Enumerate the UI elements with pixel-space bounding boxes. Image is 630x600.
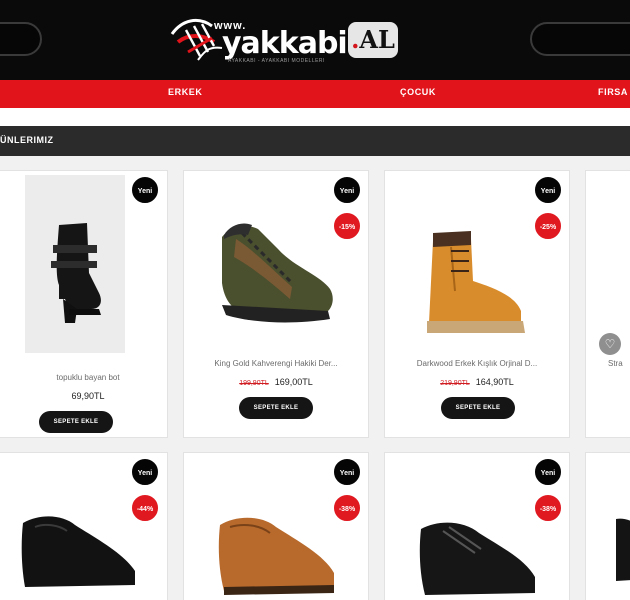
logo-al-badge: .AL — [348, 22, 398, 58]
product-name[interactable]: topuklu bayan bot — [0, 373, 167, 382]
heart-icon[interactable]: ♡ — [599, 333, 621, 355]
product-image[interactable] — [212, 179, 342, 359]
product-image[interactable] — [214, 503, 344, 600]
product-prices: 69,90TL — [0, 391, 167, 401]
product-image[interactable] — [616, 509, 630, 599]
badge-new: Yeni — [533, 457, 563, 487]
product-old-price: 219,90TL — [440, 380, 470, 387]
product-card[interactable]: Yeni topuklu bayan bot 69,90TL SEPETE EK… — [0, 170, 168, 438]
product-name[interactable]: Darkwood Erkek Kışlık Orjinal D... — [385, 359, 569, 368]
nav-item-cocuk[interactable]: ÇOCUK — [400, 87, 436, 97]
nav-item-firsat[interactable]: FIRSA — [598, 87, 628, 97]
badge-new: Yeni — [130, 457, 160, 487]
product-old-price: 199,90TL — [239, 380, 269, 387]
product-image[interactable] — [421, 211, 531, 351]
product-card[interactable]: Yeni -38% — [183, 452, 369, 600]
badge-new: Yeni — [332, 175, 362, 205]
badge-new: Yeni — [130, 175, 160, 205]
product-card[interactable]: Yeni -25% Darkwood Erkek Kışlık Orjinal … — [384, 170, 570, 438]
badge-discount: -25% — [533, 211, 563, 241]
badge-discount: -15% — [332, 211, 362, 241]
badge-discount: -44% — [130, 493, 160, 523]
logo-al-text: AL — [359, 25, 395, 54]
nav-item-erkek[interactable]: ERKEK — [168, 87, 203, 97]
product-price: 164,90TL — [475, 377, 514, 387]
header-cart-box[interactable] — [530, 22, 630, 56]
main-nav: ERKEK ÇOCUK FIRSA — [0, 80, 630, 108]
nav-spacer — [0, 108, 630, 126]
badge-discount: -38% — [332, 493, 362, 523]
product-card[interactable] — [585, 452, 630, 600]
product-image[interactable] — [15, 493, 145, 600]
product-image[interactable] — [25, 175, 125, 353]
product-grid: Yeni topuklu bayan bot 69,90TL SEPETE EK… — [0, 156, 630, 600]
add-to-cart-button[interactable]: SEPETE EKLE — [441, 397, 515, 419]
product-card[interactable]: Yeni -15% King Gold Kahverengi Hakiki De… — [183, 170, 369, 438]
product-name[interactable]: King Gold Kahverengi Hakiki Der... — [184, 359, 368, 368]
product-price: 69,90TL — [71, 391, 105, 401]
section-bar: ÜNLERIMIZ — [0, 126, 630, 156]
site-logo[interactable]: www. yakkabi .AL AYAKKABI - AYAKKABI MOD… — [168, 12, 408, 68]
product-card[interactable]: Yeni -44% — [0, 452, 168, 600]
page: www. yakkabi .AL AYAKKABI - AYAKKABI MOD… — [0, 0, 630, 600]
badge-new: Yeni — [332, 457, 362, 487]
add-to-cart-button[interactable]: SEPETE EKLE — [239, 397, 313, 419]
product-image[interactable] — [415, 509, 545, 600]
section-title: ÜNLERIMIZ — [0, 135, 54, 145]
add-to-cart-button[interactable]: SEPETE EKLE — [39, 411, 113, 433]
product-prices: 219,90TL 164,90TL — [385, 377, 569, 387]
product-card[interactable]: ♡ Stra — [585, 170, 630, 438]
header-search-box[interactable] — [0, 22, 42, 56]
logo-tagline: AYAKKABI - AYAKKABI MODELLERI — [228, 58, 325, 64]
site-header: www. yakkabi .AL AYAKKABI - AYAKKABI MOD… — [0, 0, 630, 80]
product-prices: 199,90TL 169,00TL — [184, 377, 368, 387]
product-name[interactable]: Stra — [586, 359, 630, 368]
badge-discount: -38% — [533, 493, 563, 523]
badge-new: Yeni — [533, 175, 563, 205]
logo-wordmark: yakkabi — [222, 26, 348, 61]
product-price: 169,00TL — [274, 377, 313, 387]
product-card[interactable]: Yeni -38% — [384, 452, 570, 600]
